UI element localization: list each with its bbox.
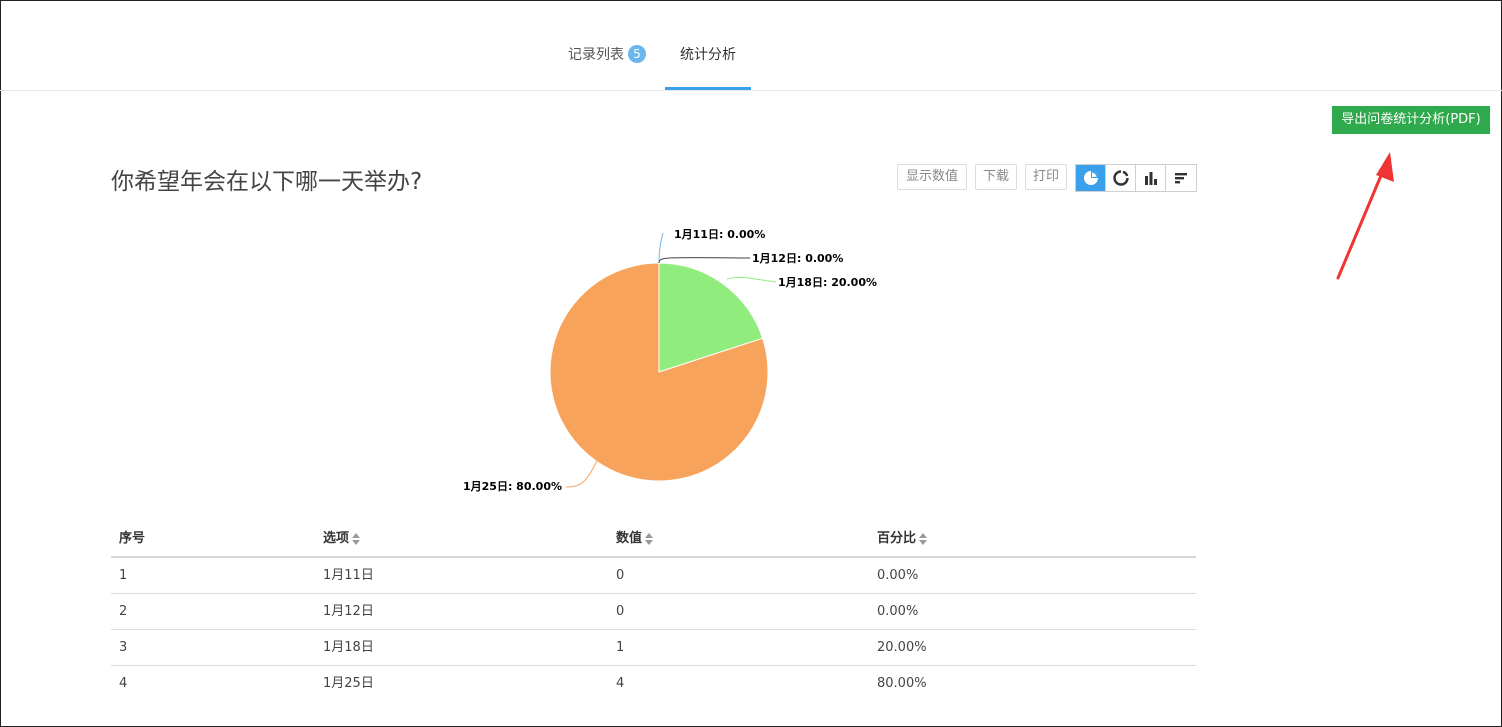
- pie-data-label: 1月12日: 0.00%: [752, 252, 843, 265]
- sort-icon: [645, 532, 654, 545]
- tab-statistics-label: 统计分析: [680, 47, 736, 63]
- table-row: 2 1月12日 0 0.00%: [111, 594, 1196, 630]
- pie-data-label: 1月11日: 0.00%: [674, 228, 765, 241]
- pie-label-connector: [565, 460, 598, 488]
- pie-label-connector: [658, 257, 751, 264]
- row-index: 4: [119, 676, 128, 691]
- print-button[interactable]: 打印: [1025, 164, 1067, 190]
- horizontal-bar-chart-icon[interactable]: [1166, 165, 1196, 191]
- header-count-label: 数值: [616, 531, 643, 546]
- header-percent-label: 百分比: [877, 531, 917, 546]
- row-option: 1月11日: [323, 568, 374, 583]
- tab-records[interactable]: 记录列表 5: [568, 40, 652, 90]
- bar-chart-icon[interactable]: [1136, 165, 1166, 191]
- pie-data-label: 1月25日: 80.00%: [463, 480, 562, 493]
- row-option: 1月12日: [323, 604, 374, 619]
- row-index: 1: [119, 568, 128, 583]
- tab-bar: 记录列表 5 统计分析: [0, 0, 1502, 91]
- row-count: 0: [616, 604, 625, 619]
- pie-chart: 1月11日: 0.00% 1月12日: 0.00% 1月18日: 20.00% 1月2…: [463, 228, 877, 493]
- row-percent: 80.00%: [877, 676, 927, 691]
- row-index: 2: [119, 604, 128, 619]
- row-count: 1: [616, 640, 625, 655]
- stats-table: 序号 选项 数值 百分比 1 1月11日 0 0.00% 2 1月12日 0 0…: [111, 522, 1196, 701]
- pie-label-connector: [726, 276, 777, 283]
- header-count[interactable]: 数值: [616, 522, 654, 556]
- table-row: 4 1月25日 4 80.00%: [111, 666, 1196, 701]
- row-percent: 0.00%: [877, 604, 919, 619]
- header-option[interactable]: 选项: [323, 522, 361, 556]
- row-option: 1月25日: [323, 676, 374, 691]
- header-index: 序号: [119, 531, 146, 546]
- table-row: 1 1月11日 0 0.00%: [111, 558, 1196, 594]
- chart-type-switcher: [1075, 164, 1197, 192]
- sort-icon: [352, 532, 361, 545]
- red-arrow-annotation: [1336, 152, 1394, 280]
- export-pdf-button[interactable]: 导出问卷统计分析(PDF): [1332, 106, 1490, 134]
- table-row: 3 1月18日 1 20.00%: [111, 630, 1196, 666]
- pie-data-label: 1月18日: 20.00%: [778, 276, 877, 289]
- show-values-button[interactable]: 显示数值: [897, 164, 967, 190]
- row-percent: 20.00%: [877, 640, 927, 655]
- header-percent[interactable]: 百分比: [877, 522, 928, 556]
- records-count-badge: 5: [628, 45, 646, 63]
- row-count: 4: [616, 676, 625, 691]
- donut-chart-icon[interactable]: [1106, 165, 1136, 191]
- row-index: 3: [119, 640, 128, 655]
- sort-icon: [919, 532, 928, 545]
- header-option-label: 选项: [323, 531, 350, 546]
- tab-statistics[interactable]: 统计分析: [665, 40, 751, 90]
- pie-chart-icon[interactable]: [1076, 165, 1106, 191]
- table-header: 序号 选项 数值 百分比: [111, 522, 1196, 558]
- row-count: 0: [616, 568, 625, 583]
- tab-records-label: 记录列表: [568, 47, 624, 63]
- question-title: 你希望年会在以下哪一天举办?: [111, 169, 423, 195]
- download-button[interactable]: 下载: [975, 164, 1017, 190]
- row-option: 1月18日: [323, 640, 374, 655]
- row-percent: 0.00%: [877, 568, 919, 583]
